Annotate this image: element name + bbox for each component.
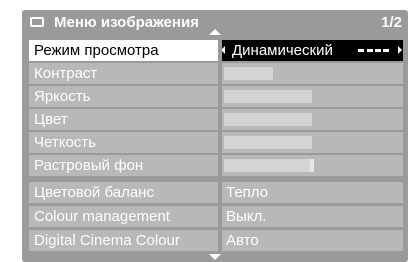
slider-fill <box>224 67 274 80</box>
menu-row-digital-cinema-colour[interactable]: Digital Cinema Colour Авто <box>29 230 403 251</box>
page-indicator: 1/2 <box>381 14 402 31</box>
triangle-left-icon[interactable] <box>222 46 225 54</box>
raster-background-slider[interactable] <box>222 155 403 176</box>
row-label: Растровый фон <box>29 155 218 176</box>
arrow-down-icon[interactable] <box>209 254 221 260</box>
slider-track <box>224 90 400 103</box>
menu-row-contrast[interactable]: Контраст <box>29 63 403 84</box>
brightness-slider[interactable] <box>222 86 403 107</box>
viewing-mode-selector[interactable]: Динамический <box>222 40 403 61</box>
row-label: Цветовой баланс <box>29 182 218 203</box>
picture-menu-icon <box>30 17 44 27</box>
colour-balance-value[interactable]: Тепло <box>222 182 403 203</box>
menu-row-sharpness[interactable]: Четкость <box>29 132 403 153</box>
colour-slider[interactable] <box>222 109 403 130</box>
menu-row-viewing-mode[interactable]: Режим просмотра Динамический <box>29 40 403 61</box>
row-label: Режим просмотра <box>29 40 218 61</box>
option-position-indicator <box>358 49 390 52</box>
digital-cinema-colour-value[interactable]: Авто <box>222 230 403 251</box>
colour-management-value[interactable]: Выкл. <box>222 206 403 227</box>
menu-row-colour[interactable]: Цвет <box>29 109 403 130</box>
menu-row-colour-balance[interactable]: Цветовой баланс Тепло <box>29 182 403 203</box>
slider-fill <box>224 136 312 149</box>
slider-center-marker <box>310 159 314 172</box>
slider-track <box>224 159 400 172</box>
row-label: Digital Cinema Colour <box>29 230 218 251</box>
contrast-slider[interactable] <box>222 63 403 84</box>
arrow-up-icon[interactable] <box>209 29 221 35</box>
row-label: Яркость <box>29 86 218 107</box>
row-label: Четкость <box>29 132 218 153</box>
menu-title: Меню изображения <box>54 14 199 31</box>
row-label: Colour management <box>29 206 218 227</box>
picture-menu-panel: Меню изображения 1/2 Режим просмотра Дин… <box>22 10 408 262</box>
slider-fill <box>224 113 312 126</box>
slider-track <box>224 67 400 80</box>
row-label: Контраст <box>29 63 218 84</box>
menu-row-raster-background[interactable]: Растровый фон <box>29 155 403 176</box>
menu-row-brightness[interactable]: Яркость <box>29 86 403 107</box>
row-label: Цвет <box>29 109 218 130</box>
slider-fill <box>224 90 312 103</box>
slider-track <box>224 136 400 149</box>
slider-track <box>224 113 400 126</box>
triangle-right-icon[interactable] <box>398 46 402 54</box>
sharpness-slider[interactable] <box>222 132 403 153</box>
viewing-mode-value: Динамический <box>232 42 333 59</box>
slider-fill <box>224 159 312 172</box>
menu-row-colour-management[interactable]: Colour management Выкл. <box>29 206 403 227</box>
